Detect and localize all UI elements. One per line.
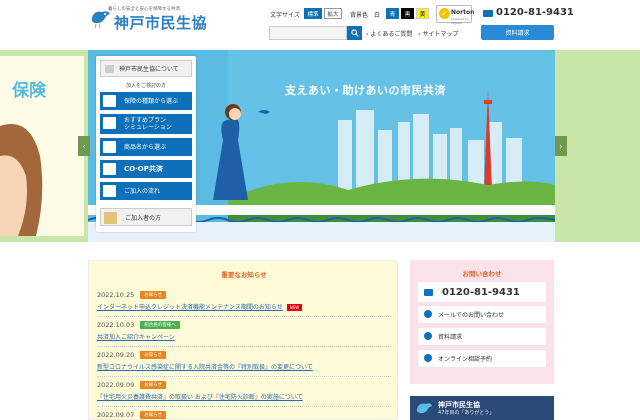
news-link[interactable]: 『住宅用火災養護費共済』の取扱い および『住宅防火診断』の実施について xyxy=(97,392,387,401)
umbrella-icon xyxy=(103,95,116,107)
hero-prev-text: 保険 xyxy=(12,81,46,101)
doc-request-button[interactable]: 資料請求 xyxy=(481,25,554,40)
news-category-badge: お知らせ xyxy=(140,411,167,419)
news-category-badge: お知らせ xyxy=(140,291,167,299)
menu-item-label: CO·OP共済 xyxy=(124,164,163,173)
menu-item-coop-kyosai[interactable]: CO·OP共済 xyxy=(100,160,192,178)
menu-item-join-flow[interactable]: ご加入の流れ xyxy=(100,182,192,200)
hero-prev-slide[interactable]: 保険 xyxy=(0,50,88,242)
contact-online-button[interactable]: オンライン相談予約 xyxy=(418,350,546,367)
news-title: 重要なお知らせ xyxy=(221,271,267,279)
chevron-right-icon[interactable]: › xyxy=(555,136,567,156)
contact-mail-label: メールでのお問い合わせ xyxy=(438,312,505,319)
contact-online-label: オンライン相談予約 xyxy=(438,356,493,363)
divider xyxy=(97,376,391,377)
heart-icon xyxy=(103,163,116,175)
news-category-badge: 組合員の皆様へ xyxy=(140,321,180,329)
sitemap-label: サイトマップ xyxy=(422,31,459,38)
news-item: 2022.09.07 お知らせ xyxy=(97,411,387,419)
woman-illustration-icon xyxy=(0,124,43,236)
menu-members-label: ご加入者の方 xyxy=(125,214,162,222)
norton-seal[interactable]: ✓ Norton powered by digicert xyxy=(436,5,475,25)
menu-item-product-name[interactable]: 商品名から選ぶ xyxy=(100,138,192,156)
menu-item-label: 商品名から選ぶ xyxy=(124,143,167,151)
document-icon xyxy=(103,141,116,153)
new-badge: NEW xyxy=(286,304,303,311)
news-link[interactable]: 新型コロナウイルス感染症に関する入院共済金等の『特別取扱』の変更について xyxy=(97,362,387,371)
divider xyxy=(97,346,391,347)
bg-blue-button[interactable]: 青 xyxy=(386,8,399,19)
news-link-text: インターネット申込クレジット決済機能メンテナンス期間のお知らせ xyxy=(97,304,283,311)
calculator-icon xyxy=(103,117,116,129)
arrow-circle-icon xyxy=(424,354,432,362)
phone-icon xyxy=(483,10,493,17)
contact-phone-number: 0120-81-9431 xyxy=(442,286,520,298)
bg-yellow-button[interactable]: 黄 xyxy=(416,8,429,19)
news-item: 2022.09.09 お知らせ 『住宅用火災養護費共済』の取扱い および『住宅防火… xyxy=(97,381,387,401)
promo-banner[interactable]: 神戸市民生協 47年目の「ありがとう」 xyxy=(410,396,554,420)
news-panel: 重要なお知らせ 2022.10.25 お知らせ インターネット申込クレジット決済機… xyxy=(88,260,398,420)
search-icon xyxy=(350,29,359,37)
sitemap-link[interactable]: › サイトマップ xyxy=(418,29,458,38)
contact-doc-button[interactable]: 資料請求 xyxy=(418,328,546,345)
news-item: 2022.09.20 お知らせ 新型コロナウイルス感染症に関する入院共済金等の『特… xyxy=(97,351,387,371)
bird-icon xyxy=(416,403,432,414)
faq-label: よくあるご質問 xyxy=(370,31,413,38)
menu-item-label: ご加入の流れ xyxy=(124,187,161,195)
news-category-badge: お知らせ xyxy=(140,381,167,389)
menu-about-button[interactable]: 神戸市民生協について xyxy=(100,60,192,77)
news-link[interactable]: 共済加入ご紹介キャンペーン xyxy=(97,332,387,341)
contact-mail-button[interactable]: メールでのお問い合わせ xyxy=(418,306,546,323)
news-date: 2022.10.25 xyxy=(97,291,135,299)
fontsize-label: 文字サイズ xyxy=(270,12,300,19)
header-phone-number[interactable]: 0120-81-9431 xyxy=(496,7,574,18)
menu-item-coverage-type[interactable]: 保障の種類から選ぶ xyxy=(100,92,192,110)
fontsize-standard-button[interactable]: 標準 xyxy=(304,8,322,19)
flow-icon xyxy=(103,185,116,197)
contact-title: お問い合わせ xyxy=(462,270,502,278)
faq-link[interactable]: › よくあるご質問 xyxy=(366,29,412,38)
search-input[interactable] xyxy=(269,26,347,40)
checkmark-icon: ✓ xyxy=(439,8,450,19)
hero-prev-panel: 保険 xyxy=(0,56,84,236)
news-date: 2022.09.09 xyxy=(97,381,135,389)
bg-color-label: 背景色 xyxy=(350,12,369,19)
side-menu: 神戸市民生協について 加入をご検討の方 保障の種類から選ぶ おすすめプラン シミ… xyxy=(96,56,196,232)
menu-about-label: 神戸市民生協について xyxy=(119,66,179,73)
banner-subtitle: 47年目の「ありがとう」 xyxy=(438,410,495,416)
logo-text[interactable]: 神戸市民生協 xyxy=(114,12,207,33)
arrow-circle-icon xyxy=(424,332,432,340)
contact-panel: お問い合わせ 0120-81-9431 メールでのお問い合わせ 資料請求 オンラ… xyxy=(410,260,554,384)
menu-members-button[interactable]: ご加入者の方 xyxy=(100,208,192,226)
news-item: 2022.10.25 お知らせ インターネット申込クレジット決済機能メンテナンス期… xyxy=(97,291,387,311)
arrow-circle-icon xyxy=(424,310,432,318)
news-date: 2022.10.03 xyxy=(97,321,135,329)
divider xyxy=(97,316,391,317)
contact-doc-label: 資料請求 xyxy=(438,334,463,341)
news-date: 2022.09.20 xyxy=(97,351,135,359)
norton-label: Norton xyxy=(451,9,475,16)
contact-phone-button[interactable]: 0120-81-9431 xyxy=(418,282,546,302)
bg-white-button[interactable]: 白 xyxy=(374,10,380,19)
search-button[interactable] xyxy=(347,26,362,40)
norton-sub-label: powered by digicert xyxy=(451,17,469,25)
news-category-badge: お知らせ xyxy=(140,351,167,359)
handshake-icon xyxy=(104,212,117,224)
phone-icon xyxy=(424,289,433,296)
news-item: 2022.10.03 組合員の皆様へ 共済加入ご紹介キャンペーン xyxy=(97,321,387,341)
news-link[interactable]: インターネット申込クレジット決済機能メンテナンス期間のお知らせ NEW xyxy=(97,302,387,311)
chevron-left-icon[interactable]: ‹ xyxy=(78,136,90,156)
hero-caption: 支えあい・助けあいの市民共済 xyxy=(285,84,446,97)
fontsize-large-button[interactable]: 拡大 xyxy=(324,8,342,19)
menu-item-label: 保障の種類から選ぶ xyxy=(124,97,179,105)
bg-black-button[interactable]: 黒 xyxy=(401,8,414,19)
news-date: 2022.09.07 xyxy=(97,411,135,419)
menu-section-title: 加入をご検討の方 xyxy=(125,83,166,89)
building-icon xyxy=(105,65,114,73)
hero-next-slide[interactable] xyxy=(555,50,640,242)
divider xyxy=(97,406,391,407)
menu-item-label: おすすめプラン シミュレーション xyxy=(124,117,172,131)
menu-item-plan-simulation[interactable]: おすすめプラン シミュレーション xyxy=(100,114,192,134)
